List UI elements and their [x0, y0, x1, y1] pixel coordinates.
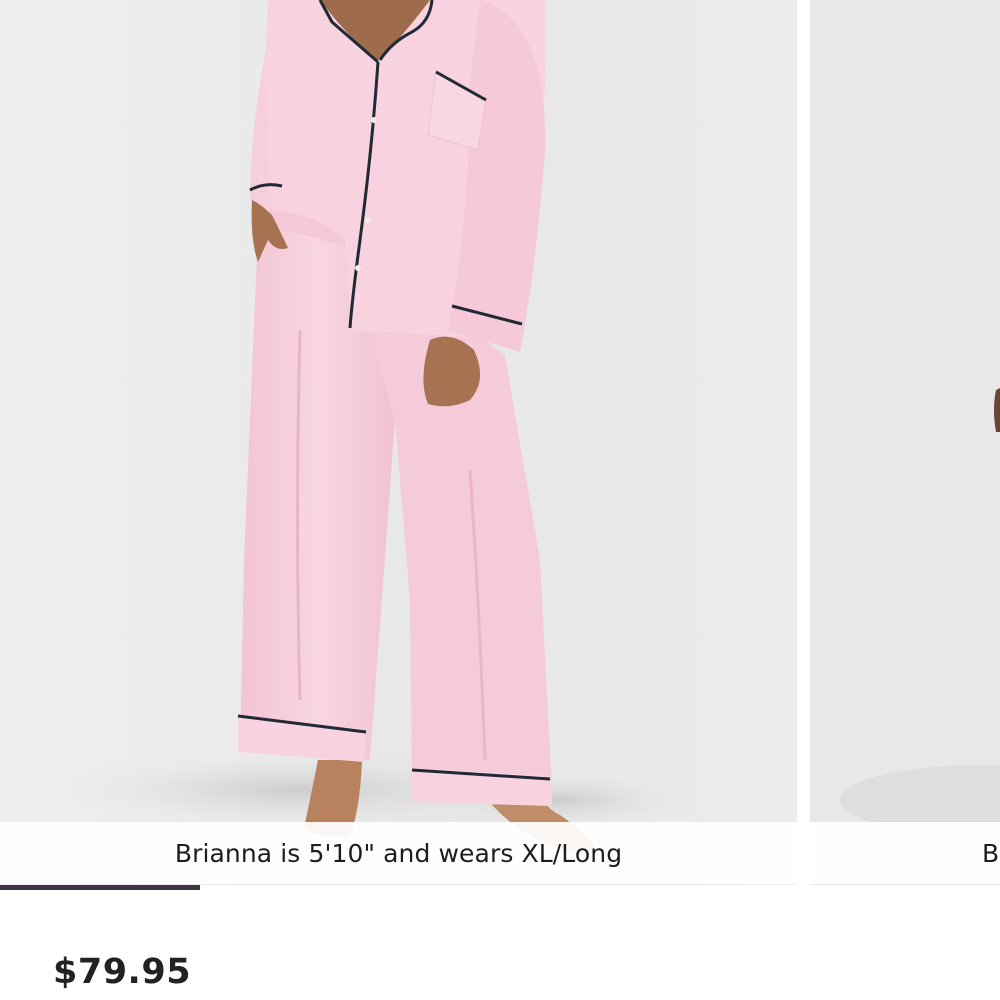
product-price: $79.95	[53, 952, 192, 992]
carousel-progress	[0, 885, 1000, 890]
product-image	[810, 0, 1000, 890]
model-info-text: Brianna is 5'10" and wears XL/Long	[174, 838, 623, 868]
carousel-slide[interactable]: B	[810, 0, 1000, 890]
carousel-progress-fill	[0, 885, 200, 890]
product-image	[0, 0, 797, 890]
image-carousel[interactable]: Brianna is 5'10" and wears XL/Long B	[0, 0, 1000, 890]
model-info-caption: B	[810, 822, 1000, 884]
model-info-text: B	[982, 838, 1000, 868]
model-info-caption: Brianna is 5'10" and wears XL/Long	[0, 822, 797, 884]
carousel-slide[interactable]: Brianna is 5'10" and wears XL/Long	[0, 0, 797, 890]
slide-divider	[797, 0, 810, 890]
